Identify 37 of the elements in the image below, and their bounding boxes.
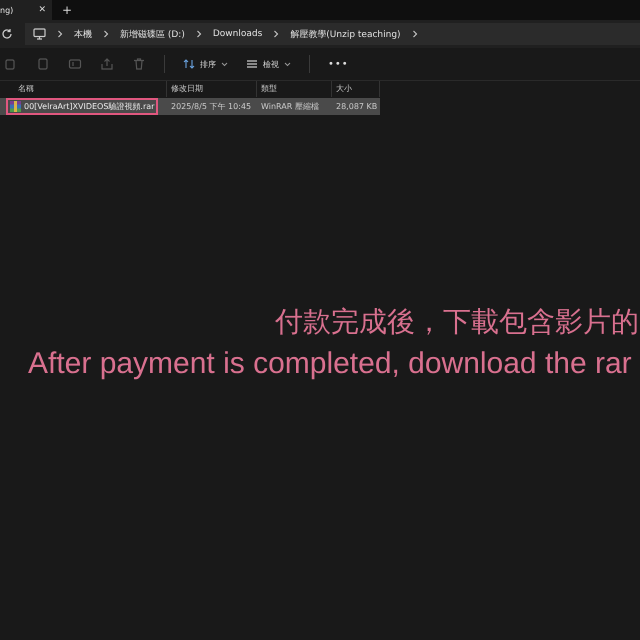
tab-title: ng) <box>0 6 14 14</box>
list-icon <box>246 59 258 69</box>
column-header[interactable]: 名稱 <box>0 81 167 97</box>
chevron-icon <box>196 30 202 38</box>
window-tab[interactable]: ng) ✕ <box>0 0 52 20</box>
file-row[interactable]: 00[VelraArt]XVIDEOS驗證視頻.rar 2025/8/5 下午 10:45 WinRAR 壓縮檔 28,087 KB <box>0 98 380 115</box>
chevron-icon <box>103 30 109 38</box>
view-button[interactable]: 檢視 <box>246 56 291 72</box>
archive-icon <box>10 101 21 112</box>
computer-icon <box>33 28 46 40</box>
file-name: 00[VelraArt]XVIDEOS驗證視頻.rar <box>24 101 154 112</box>
address-bar[interactable]: 本機 新增磁碟區 (D:) Downloads 解壓教學(Unzip teaching) <box>25 23 640 45</box>
chevron-icon <box>273 30 280 38</box>
breadcrumb-item[interactable]: 本機 <box>74 28 92 40</box>
delete-icon[interactable] <box>132 57 146 71</box>
new-tab-button[interactable]: + <box>62 3 72 17</box>
refresh-icon[interactable] <box>1 28 13 40</box>
modified-date: 2025/8/5 下午 10:45 <box>170 101 252 112</box>
caret-icon <box>221 62 228 66</box>
file-size: 28,087 KB <box>335 102 378 111</box>
close-tab-button[interactable]: ✕ <box>38 5 46 15</box>
chevron-icon <box>57 30 63 38</box>
column-header[interactable]: 類型 <box>257 81 332 97</box>
sort-arrows-icon <box>183 58 195 70</box>
subtitle-text: After payment is completed, download the rar <box>28 347 633 381</box>
more-button[interactable]: ••• <box>328 56 349 72</box>
sort-button[interactable]: 排序 <box>183 56 228 72</box>
breadcrumb-item[interactable]: Downloads <box>212 29 262 39</box>
share-icon[interactable] <box>100 57 114 71</box>
chevron-icon <box>412 30 418 38</box>
caret-icon <box>284 62 291 66</box>
column-header[interactable]: 修改日期 <box>167 81 257 97</box>
breadcrumb-item[interactable]: 解壓教學(Unzip teaching) <box>290 28 401 40</box>
file-type: WinRAR 壓縮檔 <box>260 101 320 112</box>
subtitle-text: 付款完成後，下載包含影片的 <box>275 304 639 340</box>
column-header[interactable]: 大小 <box>332 81 380 97</box>
breadcrumb-item[interactable]: 新增磁碟區 (D:) <box>120 28 185 40</box>
